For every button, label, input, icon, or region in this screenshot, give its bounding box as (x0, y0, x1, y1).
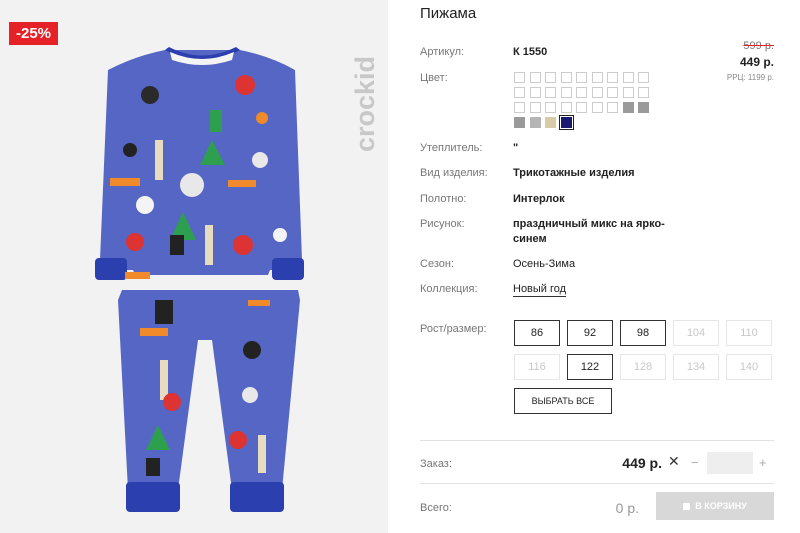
color-swatch[interactable] (591, 87, 603, 98)
size-option-98[interactable]: 98 (620, 320, 666, 346)
color-swatch[interactable] (622, 72, 634, 83)
color-swatch[interactable] (591, 72, 603, 83)
size-option-110[interactable]: 110 (726, 320, 772, 346)
color-swatch[interactable] (622, 102, 634, 113)
insulation-label: Утеплитель: (420, 142, 483, 154)
color-swatch[interactable] (545, 117, 556, 128)
size-option-128[interactable]: 128 (620, 354, 666, 380)
color-swatch[interactable] (607, 87, 618, 98)
color-swatch[interactable] (514, 117, 525, 128)
color-swatch[interactable] (529, 87, 541, 98)
season-label: Сезон: (420, 258, 454, 270)
fabric-label: Полотно: (420, 193, 467, 205)
size-option-92[interactable]: 92 (567, 320, 613, 346)
color-swatch[interactable] (545, 102, 556, 113)
color-swatch[interactable] (560, 72, 572, 83)
color-swatch[interactable] (560, 102, 572, 113)
article-label: Артикул: (420, 46, 465, 58)
color-swatch[interactable] (591, 102, 603, 113)
discount-badge: -25% (9, 22, 59, 45)
divider (420, 483, 774, 484)
color-swatch[interactable] (529, 102, 541, 113)
brand-logo: crockid (350, 56, 380, 152)
cart-icon (683, 503, 691, 510)
color-swatch[interactable] (638, 87, 649, 98)
size-option-116[interactable]: 116 (514, 354, 560, 380)
pattern-label: Рисунок: (420, 218, 465, 230)
color-swatch[interactable] (607, 102, 618, 113)
collection-value[interactable]: Новый год (513, 283, 567, 297)
color-swatch[interactable] (545, 87, 556, 98)
collection-label: Коллекция: (420, 283, 478, 295)
order-price: 449 р. (622, 455, 662, 471)
pattern-value-line2: синем (513, 233, 547, 245)
type-label: Вид изделия: (420, 167, 488, 179)
increase-button[interactable]: + (759, 455, 767, 470)
color-swatch[interactable] (576, 102, 587, 113)
color-swatch[interactable] (514, 72, 525, 83)
size-option-104[interactable]: 104 (673, 320, 719, 346)
order-label: Заказ: (420, 458, 452, 470)
pajama-illustration (95, 47, 304, 512)
add-to-cart-button[interactable]: В КОРЗИНУ (656, 492, 774, 520)
old-price: 599 р. (743, 40, 774, 52)
color-swatch[interactable] (607, 72, 618, 83)
type-value: Трикотажные изделия (513, 167, 635, 179)
insulation-value: " (513, 142, 519, 154)
season-value: Осень-Зима (513, 258, 576, 270)
decrease-button[interactable]: − (691, 455, 699, 470)
fabric-value: Интерлок (513, 193, 565, 205)
color-swatch[interactable] (529, 117, 541, 128)
article-value: К 1550 (513, 46, 548, 58)
size-label: Рост/размер: (420, 323, 487, 335)
color-swatch[interactable] (514, 102, 525, 113)
product-image[interactable]: -25% crockid (0, 0, 388, 533)
recommended-retail-price: РРЦ: 1199 р. (726, 73, 774, 82)
pattern-value-line1: праздничный микс на ярко- (513, 218, 665, 230)
size-option-122[interactable]: 122 (567, 354, 613, 380)
total-value: 0 р. (615, 500, 639, 516)
size-option-86[interactable]: 86 (514, 320, 560, 346)
add-to-cart-label: В КОРЗИНУ (695, 501, 747, 511)
color-swatch[interactable] (622, 87, 634, 98)
total-label: Всего: (420, 502, 452, 514)
current-price: 449 р. (739, 55, 774, 69)
size-option-140[interactable]: 140 (726, 354, 772, 380)
color-swatch[interactable] (545, 72, 556, 83)
color-swatch[interactable] (638, 102, 649, 113)
color-swatch[interactable] (638, 72, 649, 83)
quantity-input[interactable] (707, 452, 753, 474)
svg-text:crockid: crockid (350, 56, 380, 152)
collection-link[interactable]: Новый год (513, 283, 567, 297)
color-swatch[interactable] (514, 87, 525, 98)
size-option-134[interactable]: 134 (673, 354, 719, 380)
color-swatch[interactable] (558, 115, 574, 130)
product-title: Пижама (420, 5, 477, 22)
select-all-button[interactable]: ВЫБРАТЬ ВСЕ (514, 388, 612, 414)
color-swatch[interactable] (576, 72, 587, 83)
divider (420, 440, 774, 441)
color-swatch[interactable] (560, 87, 572, 98)
color-swatch[interactable] (529, 72, 541, 83)
color-label: Цвет: (420, 72, 448, 84)
color-swatch[interactable] (576, 87, 587, 98)
close-icon[interactable]: ✕ (668, 453, 680, 470)
